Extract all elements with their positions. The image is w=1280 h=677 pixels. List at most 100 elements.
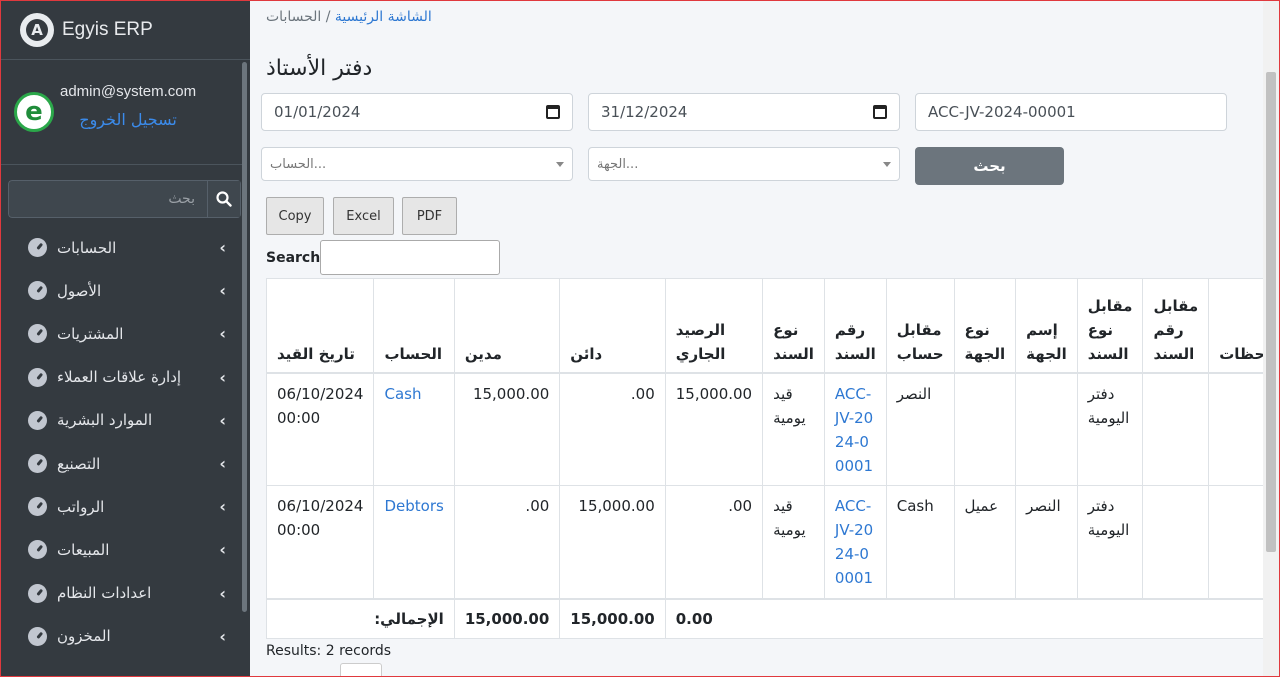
brand-logo-letter: A [26,18,48,41]
col-against-voucher-type[interactable]: مقابل نوع السند [1076,278,1144,374]
chevron-left-icon: ‹ [219,410,226,430]
brand[interactable]: A Egyis ERP [0,0,250,60]
date-from-field[interactable]: 01/01/2024 [261,93,573,131]
col-against-voucher[interactable]: مقابل رقم السند [1142,278,1210,374]
breadcrumb-separator: / [325,9,331,25]
search-button[interactable]: بحث [915,147,1064,185]
excel-button[interactable]: Excel [333,197,394,235]
sidebar-item-assets[interactable]: الأصول ‹ [0,269,250,312]
cell-party-type: عميل [953,485,1017,599]
sidebar-item-crm[interactable]: إدارة علاقات العملاء ‹ [0,356,250,399]
main-content: الشاشة الرئيسية / الحسابات دفتر الأستاذ … [250,0,1280,677]
cell-credit: .00 [559,372,666,486]
totals-row: الإجمالي: 15,000.00 15,000.00 0.00 [266,597,1280,639]
party-select-placeholder: ...الجهة [597,156,639,172]
chevron-left-icon: ‹ [219,238,226,258]
col-voucher-no[interactable]: رقم السند [823,278,887,374]
col-balance[interactable]: الرصيد الجاري [664,278,764,374]
total-credit: 15,000.00 [559,597,666,639]
page-title: دفتر الأستاذ [266,56,373,81]
sidebar-item-label: الأصول [57,281,102,300]
cell-against-voucher-type: دفتر اليومية [1076,485,1144,599]
pdf-button[interactable]: PDF [402,197,457,235]
cell-voucher-type: قيد يومية [762,372,825,486]
user-panel: e admin@system.com تسجيل الخروج [0,60,242,165]
chevron-left-icon: ‹ [219,540,226,560]
cell-account-link[interactable]: Debtors [373,485,455,599]
col-party[interactable]: إسم الجهة [1015,278,1078,374]
table-search-label: Search: [266,250,326,266]
cell-voucher-no-link[interactable]: ACC-JV-2024-00001 [823,485,887,599]
voucher-number-field[interactable]: ACC-JV-2024-00001 [915,93,1227,131]
cell-voucher-no-link[interactable]: ACC-JV-2024-00001 [823,372,887,486]
cell-against-voucher-type: دفتر اليومية [1076,372,1144,486]
copy-button[interactable]: Copy [266,197,324,235]
dashboard-gauge-icon [28,367,47,387]
breadcrumb-home[interactable]: الشاشة الرئيسية [335,9,432,25]
sidebar-item-label: المخزون [57,627,111,646]
sidebar-search-button[interactable] [207,180,241,218]
chevron-left-icon: ‹ [219,367,226,387]
sidebar-item-payroll[interactable]: الرواتب ‹ [0,485,250,528]
sidebar-item-settings[interactable]: اعدادات النظام ‹ [0,572,250,615]
sidebar-item-accounts[interactable]: الحسابات ‹ [0,226,250,269]
pagination-button[interactable] [340,663,382,677]
sidebar-item-sales[interactable]: المبيعات ‹ [0,528,250,571]
sidebar-item-label: اعدادات النظام [57,584,152,603]
sidebar-item-label: الموارد البشرية [57,411,153,430]
dashboard-gauge-icon [28,583,47,603]
cell-account-link[interactable]: Cash [373,372,455,486]
sidebar-scrollbar[interactable] [242,62,247,612]
sidebar-item-label: إدارة علاقات العملاء [57,368,182,387]
cell-posting-date: 06/10/2024 00:00 [265,485,375,599]
cell-balance: .00 [664,485,764,599]
totals-label: الإجمالي: [266,597,455,639]
sidebar-item-purchasing[interactable]: المشتريات ‹ [0,312,250,355]
cell-party: النصر [1015,485,1078,599]
calendar-icon[interactable] [546,105,560,119]
party-select[interactable]: ...الجهة [588,147,900,181]
sidebar-item-manufacturing[interactable]: التصنيع ‹ [0,442,250,485]
table-header-row: تاريخ القيد الحساب مدين دائن الرصيد الجا… [265,278,1280,374]
cell-debit: 15,000.00 [453,372,561,486]
col-posting-date[interactable]: تاريخ القيد [265,278,375,374]
sidebar-search-input[interactable] [8,180,207,218]
sidebar-nav: الحسابات ‹ الأصول ‹ المشتريات ‹ إدارة عل… [0,226,250,658]
date-to-field[interactable]: 31/12/2024 [588,93,900,131]
total-debit: 15,000.00 [453,597,561,639]
page-scrollbar-thumb[interactable] [1266,72,1276,552]
cell-party-type [953,372,1017,486]
sidebar-item-label: الحسابات [57,238,117,257]
brand-name: Egyis ERP [62,18,153,40]
sidebar-item-inventory[interactable]: المخزون ‹ [0,615,250,658]
table-row: 06/10/2024 00:00 Debtors .00 15,000.00 .… [265,485,1280,599]
col-party-type[interactable]: نوع الجهة [953,278,1017,374]
date-from-value: 01/01/2024 [274,103,361,121]
chevron-left-icon: ‹ [219,626,226,646]
cell-against: Cash [885,485,955,599]
col-voucher-type[interactable]: نوع السند [762,278,825,374]
calendar-icon[interactable] [873,105,887,119]
col-account[interactable]: الحساب [373,278,455,374]
cell-party [1015,372,1078,486]
sidebar-item-hr[interactable]: الموارد البشرية ‹ [0,399,250,442]
sidebar-search [8,180,241,218]
cell-against-voucher [1142,485,1210,599]
page-scrollbar[interactable] [1263,0,1279,677]
sidebar: A Egyis ERP e admin@system.com تسجيل الخ… [0,0,250,677]
table-row: 06/10/2024 00:00 Cash 15,000.00 .00 15,0… [265,372,1280,486]
col-credit[interactable]: دائن [559,278,666,374]
results-count: Results: 2 records [266,643,392,659]
col-debit[interactable]: مدين [453,278,561,374]
chevron-left-icon: ‹ [219,454,226,474]
logout-link[interactable]: تسجيل الخروج [60,110,196,129]
user-info: admin@system.com تسجيل الخروج [60,83,196,129]
account-select-placeholder: ...الحساب [270,156,327,172]
dashboard-gauge-icon [28,238,47,258]
cell-credit: 15,000.00 [559,485,666,599]
table-search-input[interactable] [320,240,500,275]
breadcrumb: الشاشة الرئيسية / الحسابات [266,9,432,25]
dashboard-gauge-icon [28,410,47,430]
col-against[interactable]: مقابل حساب [885,278,955,374]
account-select[interactable]: ...الحساب [261,147,573,181]
